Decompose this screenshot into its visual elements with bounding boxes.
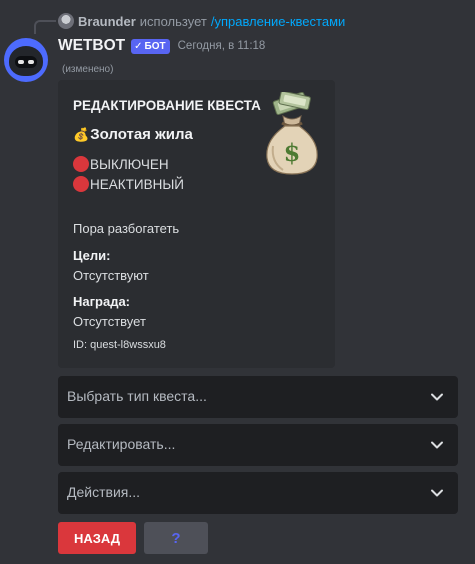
svg-text:$: $	[284, 138, 301, 167]
embed-title: РЕДАКТИРОВАНИЕ КВЕСТА	[73, 98, 261, 113]
select-edit-placeholder: Редактировать...	[67, 436, 176, 452]
red-circle-icon	[73, 176, 89, 192]
select-quest-type[interactable]: Выбрать тип квеста...	[58, 376, 458, 418]
chevron-down-icon	[431, 489, 443, 497]
embed-description: Пора разбогатеть	[73, 221, 180, 236]
back-button[interactable]: НАЗАД	[58, 522, 136, 554]
message-timestamp[interactable]: Сегодня, в 11:18	[178, 40, 266, 52]
chevron-down-icon	[431, 393, 443, 401]
checkmark-icon: ✓	[134, 40, 143, 52]
status-enabled-line: ВЫКЛЮЧЕН	[73, 156, 169, 172]
quest-embed: РЕДАКТИРОВАНИЕ КВЕСТА 💰 Золотая жила ВЫК…	[58, 80, 335, 368]
quest-name-line: 💰 Золотая жила	[73, 126, 193, 143]
bot-avatar[interactable]	[4, 38, 48, 82]
money-bag-emoji-icon: 💰	[73, 126, 90, 142]
status-enabled: ВЫКЛЮЧЕН	[90, 156, 169, 172]
status-active-line: НЕАКТИВНЫЙ	[73, 176, 184, 192]
field-goals-value: Отсутствуют	[73, 268, 149, 283]
reply-verb: использует	[139, 13, 207, 29]
quest-name: Золотая жила	[90, 126, 193, 143]
edited-marker: (изменено)	[62, 64, 114, 75]
embed-footer-id: ID: quest-l8wssxu8	[73, 339, 166, 351]
bot-tag: ✓ БОТ	[131, 38, 170, 54]
reply-command[interactable]: /управление-квестами	[211, 14, 345, 29]
select-edit[interactable]: Редактировать...	[58, 424, 458, 466]
bot-tag-label: БОТ	[144, 40, 166, 52]
select-quest-type-placeholder: Выбрать тип квеста...	[67, 388, 207, 404]
money-bag-icon[interactable]: $	[261, 92, 323, 176]
field-reward-name: Награда:	[73, 294, 131, 309]
author-name[interactable]: WETBOT	[58, 37, 125, 55]
message-header: WETBOT ✓ БОТ Сегодня, в 11:18	[58, 36, 265, 56]
field-reward-value: Отсутствует	[73, 314, 146, 329]
reply-context[interactable]: Braunder использует /управление-квестами	[58, 12, 345, 30]
reply-user-avatar[interactable]	[58, 13, 74, 29]
field-goals-name: Цели:	[73, 248, 111, 263]
status-active: НЕАКТИВНЫЙ	[90, 176, 184, 192]
help-button[interactable]: ?	[144, 522, 208, 554]
reply-spine	[34, 20, 56, 34]
chevron-down-icon	[431, 441, 443, 449]
select-actions[interactable]: Действия...	[58, 472, 458, 514]
red-circle-icon	[73, 156, 89, 172]
avatar-eye-left	[18, 60, 24, 64]
reply-username[interactable]: Braunder	[78, 14, 136, 29]
avatar-eye-right	[28, 60, 34, 64]
select-actions-placeholder: Действия...	[67, 484, 141, 500]
